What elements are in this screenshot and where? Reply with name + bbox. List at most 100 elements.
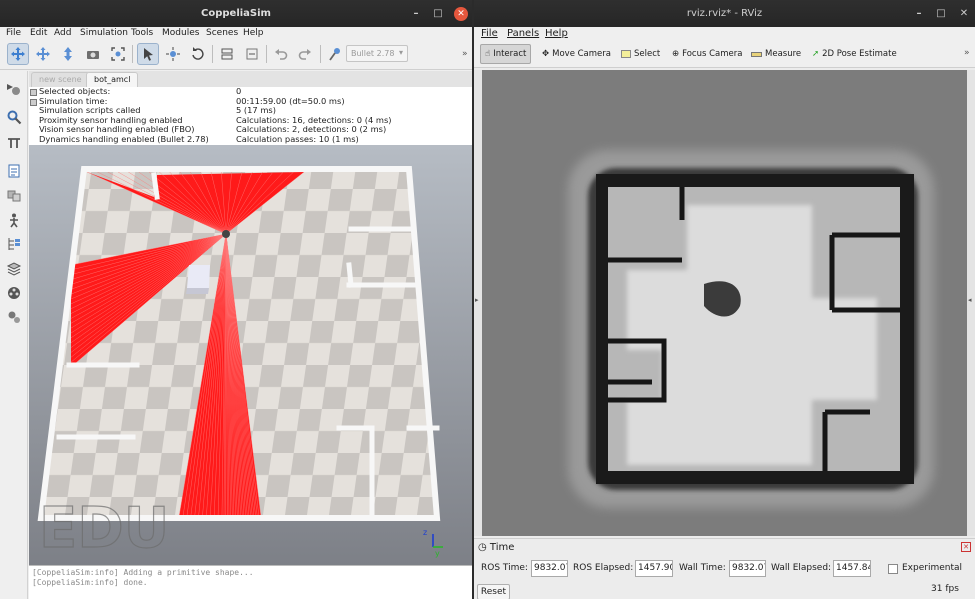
object-shift-icon xyxy=(166,47,180,61)
tool-move-camera[interactable]: ✥ Move Camera xyxy=(538,44,615,64)
wall-elapsed-field[interactable]: 1457.84 xyxy=(833,560,871,577)
menu-help[interactable]: Help xyxy=(545,28,568,39)
robot-body xyxy=(186,265,210,294)
tool-2d-pose-estimate[interactable]: ➚ 2D Pose Estimate xyxy=(808,44,901,64)
info-toggle-icon[interactable] xyxy=(30,98,37,106)
rviz-3d-view[interactable] xyxy=(482,70,967,536)
document-icon xyxy=(8,164,20,178)
menu-file[interactable]: File xyxy=(481,28,498,39)
redo-button[interactable] xyxy=(294,43,316,65)
calculation-modules-button[interactable] xyxy=(4,133,24,153)
click-selection-button[interactable] xyxy=(137,43,159,65)
reset-button[interactable]: Reset xyxy=(477,584,510,599)
model-browser-button[interactable] xyxy=(4,185,24,205)
menu-file[interactable]: File xyxy=(6,28,21,38)
experimental-checkbox[interactable] xyxy=(888,564,898,574)
simulation-settings-button[interactable] xyxy=(4,79,24,99)
scene-tabs: new scene bot_amcl xyxy=(29,71,472,87)
object-rotate-button[interactable] xyxy=(187,43,209,65)
axis-z-label: z xyxy=(423,528,427,537)
tool-label: Focus Camera xyxy=(682,49,743,59)
green-arrow-icon: ➚ xyxy=(812,49,820,59)
maximize-icon[interactable]: □ xyxy=(431,7,445,21)
updown-arrow-icon xyxy=(64,47,72,61)
select-box-icon xyxy=(621,50,631,58)
cursor-icon xyxy=(144,48,153,61)
scene-viewport[interactable]: EDU z y xyxy=(29,145,472,565)
camera-pan-button[interactable] xyxy=(7,43,29,65)
console-line: [CoppeliaSim:info] Adding a primitive sh… xyxy=(32,568,254,577)
assemble-button[interactable] xyxy=(216,43,238,65)
minimize-icon[interactable]: – xyxy=(409,7,423,21)
ros-elapsed-field[interactable]: 1457.90 xyxy=(635,560,673,577)
search-icon xyxy=(7,110,22,125)
wall-time-field[interactable]: 9832.07 xyxy=(729,560,766,577)
move-arrows-icon: ✥ xyxy=(542,49,550,59)
menu-panels[interactable]: Panels xyxy=(507,28,539,39)
scene-hierarchy-button[interactable] xyxy=(4,161,24,181)
camera-rotate-button[interactable] xyxy=(82,43,104,65)
ros-time-label: ROS Time: xyxy=(481,563,528,573)
camera-icon xyxy=(87,51,99,59)
undo-button[interactable] xyxy=(270,43,292,65)
dynamics-settings-button[interactable] xyxy=(324,43,346,65)
camera-translate-button[interactable] xyxy=(32,43,54,65)
scene-render: EDU z y xyxy=(37,166,443,562)
rviz-window: rviz.rviz* - RViz – □ ✕ File Panels Help… xyxy=(474,0,975,599)
toolbar-separator xyxy=(212,45,213,63)
laser-sensor xyxy=(222,230,230,238)
menu-add[interactable]: Add xyxy=(54,28,71,38)
menu-simulation[interactable]: Simulation xyxy=(80,28,128,38)
crosshair-icon: ⊕ xyxy=(672,49,680,59)
clock-icon: ◷ xyxy=(478,542,487,553)
info-toggle-icon[interactable] xyxy=(30,89,37,96)
user-settings-button[interactable] xyxy=(4,307,24,327)
coppeliasim-window: CoppeliaSim – □ ✕ File Edit Add Simulati… xyxy=(0,0,472,599)
maximize-icon[interactable]: □ xyxy=(934,7,948,21)
fit-to-view-button[interactable] xyxy=(107,43,129,65)
object-rotate-icon xyxy=(192,47,204,60)
robot-icon xyxy=(10,213,18,228)
tool-label: Move Camera xyxy=(552,49,611,59)
tool-select[interactable]: Select xyxy=(617,44,664,64)
axis-gizmo-icon: z y xyxy=(423,528,443,558)
assemble-icon xyxy=(221,48,233,60)
hand-pointer-icon: ☝ xyxy=(485,49,491,59)
close-icon[interactable]: ✕ xyxy=(957,7,971,21)
toolbar-overflow-icon[interactable]: » xyxy=(964,48,970,58)
rviz-titlebar[interactable]: rviz.rviz* - RViz – □ ✕ xyxy=(474,0,975,27)
close-icon[interactable]: ✕ xyxy=(454,7,468,21)
chevron-down-icon: ▾ xyxy=(398,48,403,57)
menu-modules[interactable]: Modules xyxy=(162,28,199,38)
cubes-icon xyxy=(7,190,21,202)
menu-tools[interactable]: Tools xyxy=(131,28,153,38)
experimental-label: Experimental xyxy=(902,563,963,573)
video-recorder-button[interactable] xyxy=(4,283,24,303)
right-dock-collapsed[interactable]: ◂ xyxy=(967,70,975,536)
menu-edit[interactable]: Edit xyxy=(30,28,47,38)
pan-icon xyxy=(11,47,25,61)
ros-time-field[interactable]: 9832.07 xyxy=(531,560,568,577)
menu-help[interactable]: Help xyxy=(243,28,264,38)
layers-button[interactable] xyxy=(4,259,24,279)
tab-bot-amcl[interactable]: bot_amcl xyxy=(86,72,139,87)
gear-arrow-icon xyxy=(7,84,20,95)
minimize-icon[interactable]: – xyxy=(912,7,926,21)
robot-button[interactable] xyxy=(4,210,24,230)
coppeliasim-titlebar[interactable]: CoppeliaSim – □ ✕ xyxy=(0,0,472,27)
toolbar-overflow-icon[interactable]: » xyxy=(462,49,468,59)
occupancy-map xyxy=(568,150,934,508)
tool-measure[interactable]: Measure xyxy=(747,44,805,64)
search-button[interactable] xyxy=(4,107,24,127)
tab-new-scene[interactable]: new scene xyxy=(31,72,90,87)
hierarchy-tree-button[interactable] xyxy=(4,234,24,254)
close-panel-icon[interactable]: ✕ xyxy=(961,542,971,552)
transfer-dna-button[interactable] xyxy=(241,43,263,65)
menu-scenes[interactable]: Scenes xyxy=(206,28,238,38)
left-dock-collapsed[interactable]: ▸ xyxy=(474,70,482,536)
tool-focus-camera[interactable]: ⊕ Focus Camera xyxy=(668,44,746,64)
tool-interact[interactable]: ☝ Interact xyxy=(480,44,532,64)
object-shift-button[interactable] xyxy=(162,43,184,65)
camera-shift-button[interactable] xyxy=(57,43,79,65)
physics-engine-select[interactable]: Bullet 2.78 ▾ xyxy=(346,45,408,62)
